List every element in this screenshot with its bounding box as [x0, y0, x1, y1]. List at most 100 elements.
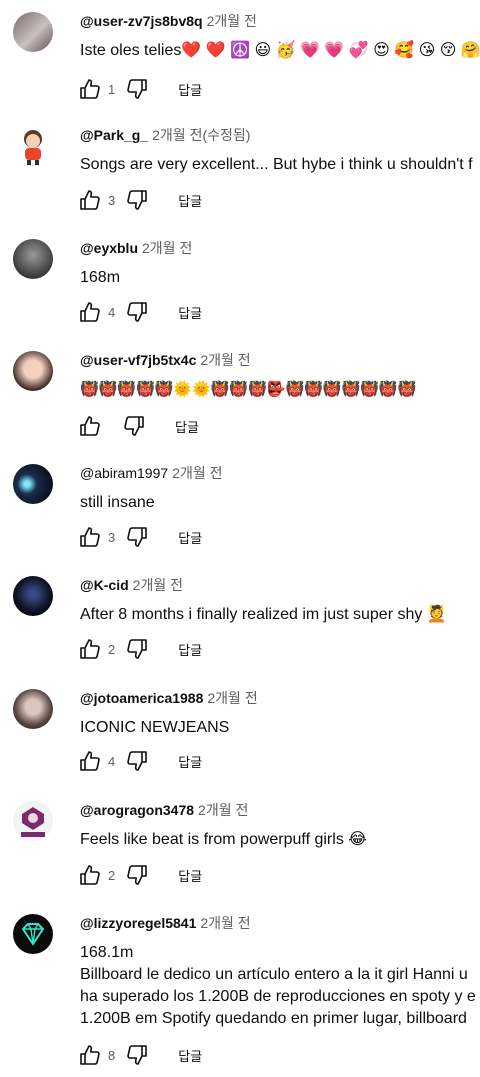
dislike-button[interactable] [125, 1043, 149, 1067]
comment-text: 168m [80, 269, 121, 286]
like-button[interactable] [78, 188, 102, 212]
like-count: 3 [108, 529, 116, 545]
diamond-icon [21, 923, 45, 946]
cartoon-character-icon [24, 130, 42, 165]
dislike-button[interactable] [125, 77, 149, 101]
comment-header: @Park_g_ 2개월 전(수정됨) [80, 126, 250, 144]
like-button[interactable] [78, 414, 102, 438]
comment-header: @arogragon3478 2개월 전 [80, 801, 248, 819]
comment-header: @lizzyoregel5841 2개월 전 [80, 914, 251, 932]
avatar[interactable] [13, 351, 53, 391]
comment-time: 2개월 전 [142, 240, 193, 256]
thumb-down-icon [124, 416, 144, 436]
comment-header: @jotoamerica1988 2개월 전 [80, 689, 258, 707]
thumb-up-icon [80, 1045, 100, 1065]
thumb-down-icon [127, 79, 148, 99]
thumb-up-icon [80, 416, 100, 436]
comment-author[interactable]: @eyxblu [80, 240, 138, 256]
comment-header: @user-vf7jb5tx4c 2개월 전 [80, 351, 251, 369]
avatar[interactable] [13, 914, 53, 954]
comment-text: Iste oles telies❤️ ❤️ ☮️ 😃 🥳 💗 💗 💞 😍 🥰 😘… [80, 42, 480, 59]
avatar[interactable] [13, 12, 53, 52]
like-count: 2 [108, 867, 116, 883]
dislike-button[interactable] [125, 749, 149, 773]
comment-author[interactable]: @user-zv7js8bv8q [80, 13, 203, 29]
comment-time: 2개월 전(수정됨) [152, 127, 251, 143]
like-count: 8 [108, 1047, 116, 1063]
reply-button[interactable]: 답글 [178, 1046, 202, 1065]
comment-author[interactable]: @abiram1997 [80, 465, 168, 481]
comment-time: 2개월 전 [206, 13, 257, 29]
avatar[interactable] [13, 576, 53, 616]
thumb-up-icon [80, 79, 100, 99]
comment-text: still insane [80, 494, 155, 511]
reply-button[interactable]: 답글 [178, 866, 202, 885]
comment-time: 2개월 전 [198, 802, 249, 818]
avatar[interactable] [13, 126, 53, 166]
dislike-button[interactable] [125, 188, 149, 212]
comment-actions: 답글 [78, 414, 199, 438]
thumb-down-icon [127, 302, 148, 322]
like-button[interactable] [78, 863, 102, 887]
comment-header: @user-zv7js8bv8q 2개월 전 [80, 12, 257, 30]
comment-header: @abiram1997 2개월 전 [80, 464, 222, 482]
like-count: 4 [108, 304, 116, 320]
reply-button[interactable]: 답글 [178, 303, 202, 322]
comment-author[interactable]: @K-cid [80, 577, 129, 593]
comment-author[interactable]: @lizzyoregel5841 [80, 915, 196, 931]
like-count: 2 [108, 641, 116, 657]
avatar[interactable] [13, 464, 53, 504]
like-button[interactable] [78, 637, 102, 661]
comment-author[interactable]: @jotoamerica1988 [80, 690, 203, 706]
thumb-down-icon [127, 639, 148, 659]
like-button[interactable] [78, 749, 102, 773]
avatar[interactable] [13, 239, 53, 279]
comment-text: 168.1m Billboard le dedico un artículo e… [80, 942, 476, 1030]
thumb-up-icon [80, 865, 100, 885]
comment-text: Songs are very excellent... But hybe i t… [80, 156, 473, 173]
comment-text: 👹👹👹👹👹🌞🌞👹👹👹👺👹👹👹👹👹👹👹 [80, 381, 417, 398]
dislike-button[interactable] [122, 414, 146, 438]
comment-actions: 3 답글 [78, 188, 202, 212]
like-count: 1 [108, 81, 116, 97]
comment-author[interactable]: @Park_g_ [80, 127, 148, 143]
reply-button[interactable]: 답글 [175, 417, 199, 436]
reply-button[interactable]: 답글 [178, 640, 202, 659]
comment-actions: 2 답글 [78, 863, 202, 887]
comment-text-line: ha superado los 1.200B de reproducciones… [80, 988, 476, 1005]
avatar[interactable] [13, 689, 53, 729]
dislike-button[interactable] [125, 863, 149, 887]
like-button[interactable] [78, 1043, 102, 1067]
reply-button[interactable]: 답글 [178, 80, 202, 99]
like-button[interactable] [78, 525, 102, 549]
like-button[interactable] [78, 77, 102, 101]
comment-header: @K-cid 2개월 전 [80, 576, 183, 594]
comment-actions: 2 답글 [78, 637, 202, 661]
like-button[interactable] [78, 300, 102, 324]
reply-button[interactable]: 답글 [178, 191, 202, 210]
comment-text: After 8 months i finally realized im jus… [80, 606, 447, 623]
comment-actions: 8 답글 [78, 1043, 202, 1067]
thumb-down-icon [127, 527, 148, 547]
thumb-up-icon [80, 639, 100, 659]
thumb-up-icon [80, 190, 100, 210]
comment-author[interactable]: @user-vf7jb5tx4c [80, 352, 196, 368]
dislike-button[interactable] [125, 637, 149, 661]
thumb-up-icon [80, 302, 100, 322]
comment-text-line: Billboard le dedico un artículo entero a… [80, 966, 468, 983]
comment-time: 2개월 전 [207, 690, 258, 706]
reply-button[interactable]: 답글 [178, 752, 202, 771]
thumb-down-icon [127, 1045, 148, 1065]
dislike-button[interactable] [125, 300, 149, 324]
comment-text: ICONIC NEWJEANS [80, 719, 230, 736]
dislike-button[interactable] [125, 525, 149, 549]
avatar[interactable] [13, 801, 53, 841]
reply-button[interactable]: 답글 [178, 528, 202, 547]
thumb-down-icon [127, 751, 148, 771]
comment-time: 2개월 전 [132, 577, 183, 593]
comment-author[interactable]: @arogragon3478 [80, 802, 194, 818]
comment-actions: 4 답글 [78, 749, 202, 773]
thumb-up-icon [80, 527, 100, 547]
comment-time: 2개월 전 [200, 352, 251, 368]
comment-text-line: 1.200B em Spotify quedando en primer lug… [80, 1010, 467, 1027]
